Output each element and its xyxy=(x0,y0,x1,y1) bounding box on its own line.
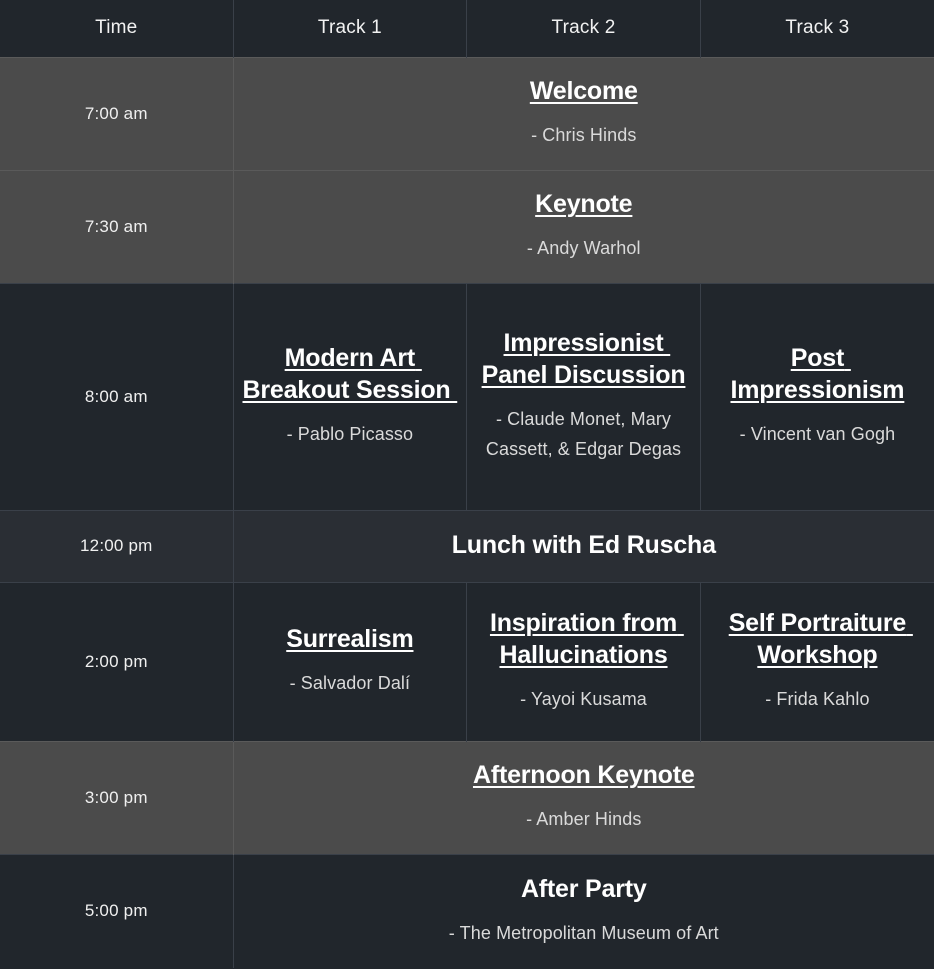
table-row: 7:00 am Welcome - Chris Hinds xyxy=(0,56,934,170)
session-speaker: - Vincent van Gogh xyxy=(739,423,896,444)
table-row: 12:00 pm Lunch with Ed Ruscha xyxy=(0,509,934,582)
session-cell-track1[interactable]: Modern Art Breakout Session - Pablo Pica… xyxy=(233,282,468,510)
session-cell-track2[interactable]: Inspiration from Hallucinations - Yayoi … xyxy=(466,581,701,741)
session-speaker: - Claude Monet, Mary Cassett, & Edgar De… xyxy=(485,408,682,460)
session-title: Afternoon Keynote xyxy=(472,761,695,790)
table-body: 7:00 am Welcome - Chris Hinds 7:30 am Ke… xyxy=(0,56,934,968)
table-row: 7:30 am Keynote - Andy Warhol xyxy=(0,169,934,283)
session-cell[interactable]: Afternoon Keynote - Amber Hinds xyxy=(233,740,934,854)
table-row: 2:00 pm Surrealism - Salvador Dalí Inspi… xyxy=(0,581,934,741)
session-speaker: - The Metropolitan Museum of Art xyxy=(448,922,719,943)
session-speaker: - Frida Kahlo xyxy=(765,688,870,709)
table-row: 3:00 pm Afternoon Keynote - Amber Hinds xyxy=(0,740,934,854)
time-cell: 2:00 pm xyxy=(0,581,234,741)
session-speaker: - Yayoi Kusama xyxy=(520,688,647,709)
column-header-track2: Track 2 xyxy=(466,0,701,57)
header-row: Time Track 1 Track 2 Track 3 xyxy=(0,0,934,57)
session-speaker: - Chris Hinds xyxy=(531,125,637,146)
session-speaker: - Pablo Picasso xyxy=(286,423,414,444)
session-cell-track3[interactable]: Post Impressionism - Vincent van Gogh xyxy=(700,282,934,510)
column-header-track1: Track 1 xyxy=(233,0,468,57)
column-header-time: Time xyxy=(0,0,234,57)
session-cell-track2[interactable]: Impressionist Panel Discussion - Claude … xyxy=(466,282,701,510)
table-header: Time Track 1 Track 2 Track 3 xyxy=(0,0,934,57)
session-cell[interactable]: Welcome - Chris Hinds xyxy=(233,56,934,170)
session-title: Welcome xyxy=(529,77,638,106)
time-cell: 3:00 pm xyxy=(0,740,234,854)
conference-schedule-table: Time Track 1 Track 2 Track 3 7:00 am Wel… xyxy=(0,0,934,968)
session-cell[interactable]: After Party - The Metropolitan Museum of… xyxy=(233,853,934,968)
table-row: 8:00 am Modern Art Breakout Session - Pa… xyxy=(0,282,934,510)
session-title: Self Portraiture Workshop xyxy=(728,609,913,670)
time-cell: 5:00 pm xyxy=(0,853,234,968)
time-cell: 8:00 am xyxy=(0,282,234,510)
session-title: Keynote xyxy=(535,190,633,219)
session-title: Modern Art Breakout Session xyxy=(242,344,458,405)
table-row: 5:00 pm After Party - The Metropolitan M… xyxy=(0,853,934,968)
session-title: Surrealism xyxy=(286,625,414,654)
session-cell[interactable]: Lunch with Ed Ruscha xyxy=(233,509,934,582)
column-header-track3: Track 3 xyxy=(785,17,850,39)
session-speaker: - Andy Warhol xyxy=(526,238,641,259)
session-cell-track3[interactable]: Self Portraiture Workshop - Frida Kahlo xyxy=(700,581,934,741)
session-title: After Party xyxy=(520,875,647,904)
session-speaker: - Salvador Dalí xyxy=(289,673,411,694)
session-cell[interactable]: Keynote - Andy Warhol xyxy=(233,169,934,283)
time-cell: 12:00 pm xyxy=(0,509,234,582)
session-title: Inspiration from Hallucinations xyxy=(489,609,684,670)
session-title: Impressionist Panel Discussion xyxy=(481,329,686,389)
session-title: Lunch with Ed Ruscha xyxy=(451,531,716,560)
session-speaker: - Amber Hinds xyxy=(526,809,642,830)
time-cell: 7:30 am xyxy=(0,169,234,283)
session-cell-track1[interactable]: Surrealism - Salvador Dalí xyxy=(233,581,468,741)
session-title: Post Impressionism xyxy=(730,344,905,405)
time-cell: 7:00 am xyxy=(0,56,234,170)
